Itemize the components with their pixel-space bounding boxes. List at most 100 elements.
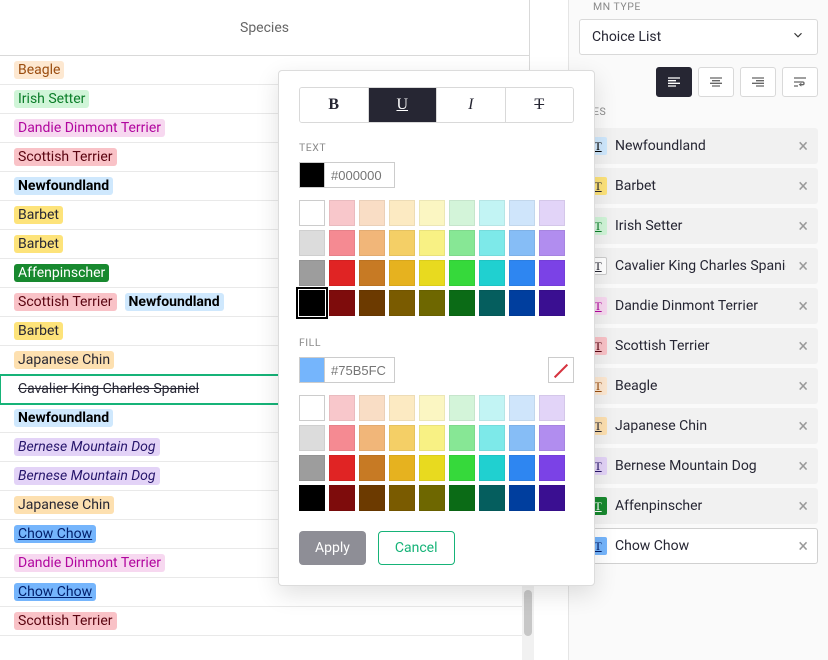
palette-swatch[interactable] [359,290,385,316]
cancel-button[interactable]: Cancel [378,531,455,565]
fill-color-swatch[interactable] [299,357,325,383]
text-color-swatch[interactable] [299,162,325,188]
palette-swatch[interactable] [299,455,325,481]
palette-swatch[interactable] [329,230,355,256]
palette-swatch[interactable] [479,260,505,286]
palette-swatch[interactable] [329,260,355,286]
palette-swatch[interactable] [359,200,385,226]
palette-swatch[interactable] [479,395,505,421]
palette-swatch[interactable] [359,455,385,481]
palette-swatch[interactable] [509,200,535,226]
palette-swatch[interactable] [419,200,445,226]
choice-item[interactable]: TJapanese Chin× [579,408,818,444]
palette-swatch[interactable] [539,425,565,451]
palette-swatch[interactable] [419,290,445,316]
remove-choice-icon[interactable]: × [794,456,812,477]
palette-swatch[interactable] [509,455,535,481]
palette-swatch[interactable] [449,455,475,481]
palette-swatch[interactable] [509,395,535,421]
palette-swatch[interactable] [299,230,325,256]
remove-choice-icon[interactable]: × [794,496,812,517]
apply-button[interactable]: Apply [299,531,366,565]
palette-swatch[interactable] [329,485,355,511]
remove-choice-icon[interactable]: × [794,216,812,237]
align-right-button[interactable] [740,67,776,97]
palette-swatch[interactable] [479,485,505,511]
palette-swatch[interactable] [449,485,475,511]
palette-swatch[interactable] [449,230,475,256]
choice-item[interactable]: TAffenpinscher× [579,488,818,524]
palette-swatch[interactable] [389,425,415,451]
palette-swatch[interactable] [329,395,355,421]
palette-swatch[interactable] [329,290,355,316]
palette-swatch[interactable] [479,290,505,316]
palette-swatch[interactable] [509,290,535,316]
palette-swatch[interactable] [509,425,535,451]
palette-swatch[interactable] [419,455,445,481]
palette-swatch[interactable] [449,290,475,316]
palette-swatch[interactable] [299,290,325,316]
palette-swatch[interactable] [299,260,325,286]
palette-swatch[interactable] [539,485,565,511]
palette-swatch[interactable] [389,230,415,256]
italic-toggle[interactable]: I [437,88,506,122]
palette-swatch[interactable] [389,455,415,481]
palette-swatch[interactable] [419,395,445,421]
remove-choice-icon[interactable]: × [794,136,812,157]
palette-swatch[interactable] [509,230,535,256]
palette-swatch[interactable] [509,260,535,286]
remove-choice-icon[interactable]: × [794,256,812,277]
palette-swatch[interactable] [539,200,565,226]
palette-swatch[interactable] [449,395,475,421]
column-type-select[interactable]: Choice List [579,19,818,55]
wrap-text-button[interactable] [782,67,818,97]
choice-item[interactable]: TBarbet× [579,168,818,204]
strike-toggle[interactable]: T [506,88,574,122]
scrollbar-thumb[interactable] [524,590,532,636]
palette-swatch[interactable] [299,395,325,421]
bold-toggle[interactable]: B [300,88,369,122]
fill-hex-input[interactable] [325,357,395,383]
align-center-button[interactable] [698,67,734,97]
palette-swatch[interactable] [419,260,445,286]
palette-swatch[interactable] [299,485,325,511]
palette-swatch[interactable] [389,485,415,511]
remove-choice-icon[interactable]: × [794,536,812,557]
align-left-button[interactable] [656,67,692,97]
palette-swatch[interactable] [389,395,415,421]
no-fill-swatch[interactable] [548,357,574,383]
palette-swatch[interactable] [479,425,505,451]
palette-swatch[interactable] [509,485,535,511]
palette-swatch[interactable] [479,230,505,256]
underline-toggle[interactable]: U [369,88,438,122]
palette-swatch[interactable] [329,455,355,481]
palette-swatch[interactable] [359,395,385,421]
text-hex-input[interactable] [325,162,395,188]
remove-choice-icon[interactable]: × [794,416,812,437]
palette-swatch[interactable] [299,200,325,226]
palette-swatch[interactable] [449,425,475,451]
palette-swatch[interactable] [419,485,445,511]
palette-swatch[interactable] [539,230,565,256]
grid-header[interactable]: Species [0,0,529,56]
palette-swatch[interactable] [539,455,565,481]
palette-swatch[interactable] [389,290,415,316]
scrollbar[interactable] [522,586,534,660]
palette-swatch[interactable] [449,200,475,226]
remove-choice-icon[interactable]: × [794,176,812,197]
choice-item[interactable]: TDandie Dinmont Terrier× [579,288,818,324]
grid-row[interactable]: Scottish Terrier [0,607,529,636]
palette-swatch[interactable] [329,200,355,226]
palette-swatch[interactable] [359,485,385,511]
remove-choice-icon[interactable]: × [794,336,812,357]
palette-swatch[interactable] [539,290,565,316]
choice-item[interactable]: TIrish Setter× [579,208,818,244]
palette-swatch[interactable] [359,230,385,256]
remove-choice-icon[interactable]: × [794,296,812,317]
remove-choice-icon[interactable]: × [794,376,812,397]
palette-swatch[interactable] [539,260,565,286]
palette-swatch[interactable] [299,425,325,451]
choice-item[interactable]: TNewfoundland× [579,128,818,164]
palette-swatch[interactable] [449,260,475,286]
palette-swatch[interactable] [359,260,385,286]
